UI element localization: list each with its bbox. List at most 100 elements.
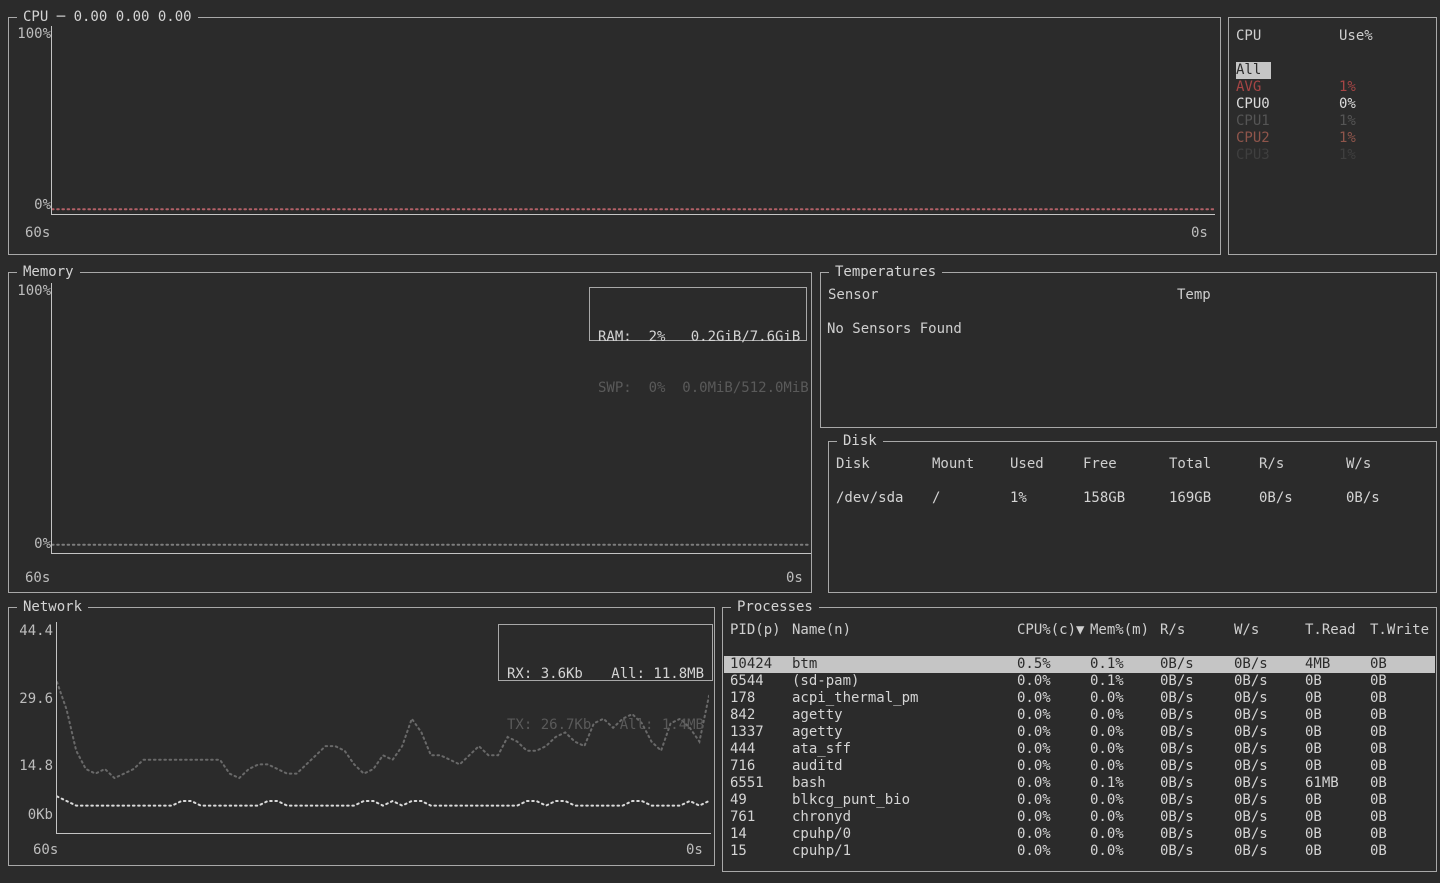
disk-row-cell: 0B/s [1346,490,1380,507]
memory-swap-legend: SWP: 0% 0.0MiB/512.0MiB [598,380,798,397]
process-row-cell: 0B/s [1160,690,1194,707]
process-row[interactable]: 842agetty0.0%0.0%0B/s0B/s0B0B [724,707,1435,724]
process-row-cell: 0.0% [1017,826,1051,843]
process-row-cell: 0.0% [1090,826,1124,843]
process-row-cell: auditd [792,758,843,775]
cpu-legend-panel[interactable]: CPUUse%AllAVG1%CPU00%CPU11%CPU21%CPU31% [1228,17,1437,255]
process-row-cell: 0B/s [1160,741,1194,758]
network-rx-total-legend: All: 11.8MB [611,666,704,683]
disk-header-row-cell: Mount [932,456,974,473]
cpu-legend-value: 1% [1339,79,1356,96]
process-row-cell: 0.5% [1017,656,1051,673]
cpu-legend-name: CPU0 [1236,96,1270,113]
memory-panel[interactable]: Memory 100% 0% RAM: 2% 0.2GiB/7.6GiB SWP… [8,272,812,593]
processes-header-row-cell: PID(p) [730,622,781,639]
temperatures-panel-title: Temperatures [829,264,942,281]
disk-row[interactable]: /dev/sda/1%158GB169GB0B/s0B/s [830,490,1435,507]
memory-y-max-label: 100% [11,283,51,300]
process-row-cell: 0B [1370,707,1387,724]
cpu-legend-row[interactable]: CPU21% [1230,130,1435,147]
processes-header-row-cell: T.Read [1305,622,1356,639]
temperatures-panel[interactable]: Temperatures SensorTemp No Sensors Found [820,272,1437,428]
process-row[interactable]: 444ata_sff0.0%0.0%0B/s0B/s0B0B [724,741,1435,758]
process-row-cell: 0.0% [1017,843,1051,860]
processes-panel[interactable]: Processes PID(p)Name(n)CPU%(c)▼Mem%(m)R/… [722,607,1437,872]
btm-system-monitor: { "colors": { "background": "#2b2b2b", "… [0,0,1440,883]
process-row-cell: 0B/s [1160,707,1194,724]
process-row[interactable]: 6544(sd-pam)0.0%0.1%0B/s0B/s0B0B [724,673,1435,690]
processes-panel-title: Processes [731,599,819,616]
network-panel[interactable]: Network 44.4 29.6 14.8 0Kb RX: 3.6Kb All… [8,607,715,866]
process-row-cell: 15 [730,843,747,860]
disk-header-row-cell: Free [1083,456,1117,473]
cpu-legend-row[interactable]: All [1230,62,1435,79]
cpu-panel[interactable]: CPU ─ 0.00 0.00 0.00 100% 0% 60s 0s [8,17,1221,255]
disk-header-row: DiskMountUsedFreeTotalR/sW/s [830,456,1435,473]
process-row-cell: 0B [1370,758,1387,775]
process-row-cell: 0B [1370,775,1387,792]
process-row-cell: 0B [1305,843,1322,860]
cpu-legend-row[interactable]: CPU0 0% [1230,96,1435,113]
cpu-legend-row[interactable]: CPU31% [1230,147,1435,164]
network-y-label-1: 29.6 [13,691,53,708]
process-row-cell: 1337 [730,724,764,741]
process-row-cell: 0B [1305,741,1322,758]
process-row[interactable]: 761chronyd0.0%0.0%0B/s0B/s0B0B [724,809,1435,826]
temperatures-header-row: SensorTemp [822,287,1435,304]
process-row-cell: 0.0% [1090,758,1124,775]
process-row[interactable]: 6551bash0.0%0.1%0B/s0B/s61MB0B [724,775,1435,792]
network-tx-total-legend: All: 1.4MB [620,717,704,734]
disk-panel[interactable]: Disk DiskMountUsedFreeTotalR/sW/s/dev/sd… [828,441,1437,593]
cpu-legend-row[interactable]: AVG1% [1230,79,1435,96]
process-row-cell: 0.0% [1017,707,1051,724]
process-row-cell: 0.0% [1017,809,1051,826]
process-row-cell: agetty [792,707,843,724]
cpu-graph[interactable] [52,31,1214,211]
process-row-cell: 0B [1370,690,1387,707]
disk-row-cell: /dev/sda [836,490,903,507]
process-row-cell: 0.0% [1090,843,1124,860]
processes-header-row[interactable]: PID(p)Name(n)CPU%(c)▼Mem%(m)R/sW/sT.Read… [724,622,1435,639]
network-x-left-label: 60s [33,842,58,859]
process-row-cell: 0B [1305,724,1322,741]
process-row-cell: cpuhp/1 [792,843,851,860]
memory-x-right-label: 0s [786,570,803,587]
process-row-cell: 0B/s [1234,741,1268,758]
process-row-cell: 0B [1370,673,1387,690]
process-row-cell: 0B [1370,843,1387,860]
process-row[interactable]: 10424btm0.5%0.1%0B/s0B/s4MB0B [724,656,1435,673]
cpu-legend-value: 1% [1339,147,1356,164]
process-row[interactable]: 178acpi_thermal_pm0.0%0.0%0B/s0B/s0B0B [724,690,1435,707]
processes-header-row-cell: Name(n) [792,622,851,639]
process-row[interactable]: 716auditd0.0%0.0%0B/s0B/s0B0B [724,758,1435,775]
process-row-cell: 0B/s [1160,656,1194,673]
disk-row-cell: 1% [1010,490,1027,507]
process-row-cell: 0B/s [1234,724,1268,741]
process-row-cell: 0B [1305,809,1322,826]
temperatures-header-row-cell: Temp [1177,287,1211,304]
disk-header-row-cell: R/s [1259,456,1284,473]
process-row[interactable]: 1337agetty0.0%0.0%0B/s0B/s0B0B [724,724,1435,741]
network-y-label-3: 0Kb [13,807,53,824]
memory-ram-legend: RAM: 2% 0.2GiB/7.6GiB [598,329,798,346]
process-row-cell: 0.0% [1017,690,1051,707]
process-row-cell: 0B/s [1234,690,1268,707]
process-row-cell: 0B/s [1234,826,1268,843]
process-row-cell: 0B/s [1234,758,1268,775]
process-row[interactable]: 15 cpuhp/1 0.0% 0.0% 0B/s 0B/s 0B 0B [724,843,1435,860]
cpu-legend-value: 0% [1339,96,1356,113]
cpu-legend-value: 1% [1339,113,1356,130]
process-row-cell: 0B [1370,809,1387,826]
cpu-legend-row[interactable]: CPU11% [1230,113,1435,130]
process-row-cell: 0B/s [1234,843,1268,860]
process-row[interactable]: 49blkcg_punt_bio0.0%0.0%0B/s0B/s0B0B [724,792,1435,809]
memory-x-axis-line [51,553,811,554]
processes-header-row-cell: T.Write [1370,622,1429,639]
process-row-cell: cpuhp/0 [792,826,851,843]
process-row[interactable]: 14cpuhp/00.0%0.0%0B/s0B/s0B0B [724,826,1435,843]
process-row-cell: 842 [730,707,755,724]
process-row-cell: 0B/s [1234,775,1268,792]
process-row-cell: 0B/s [1160,843,1194,860]
process-row-cell: 0B/s [1234,792,1268,809]
processes-header-row-cell: Mem%(m) [1090,622,1149,639]
